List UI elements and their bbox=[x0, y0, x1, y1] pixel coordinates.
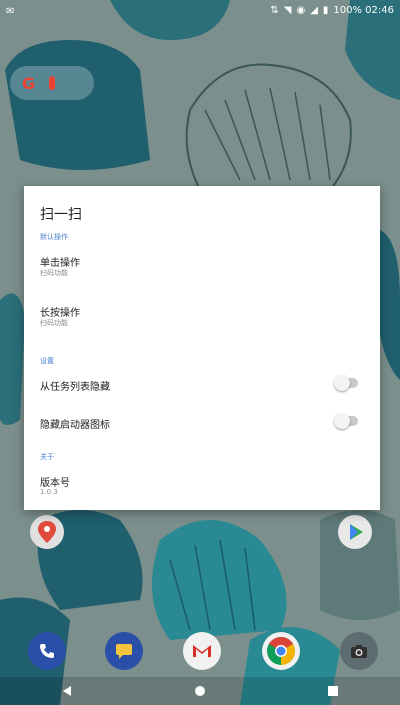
home-glyph bbox=[194, 686, 205, 696]
google-icon: G bbox=[22, 73, 36, 93]
hide-launcher-icon-label: 隐藏启动器图标 bbox=[40, 420, 110, 431]
section-settings: 设置 bbox=[40, 357, 54, 365]
app-dock bbox=[0, 628, 400, 678]
status-text: 100% 02:46 bbox=[333, 5, 394, 16]
maps-glyph bbox=[38, 521, 56, 543]
chrome-glyph bbox=[267, 637, 295, 665]
messages-icon[interactable] bbox=[105, 632, 143, 670]
hide-from-recents-toggle[interactable] bbox=[334, 375, 358, 391]
click-action-value: 扫码功能 bbox=[40, 269, 68, 277]
long-press-action-value: 扫码功能 bbox=[40, 319, 68, 327]
notification-icon: ✉ bbox=[6, 5, 15, 17]
signal-icon: ◢ bbox=[310, 5, 318, 16]
section-default-action: 默认操作 bbox=[40, 233, 68, 241]
toggle-knob bbox=[334, 375, 350, 391]
home-icon[interactable] bbox=[185, 681, 215, 701]
recents-glyph bbox=[328, 686, 339, 696]
hide-launcher-icon-toggle[interactable] bbox=[334, 413, 358, 429]
status-icons: ⇅ ◥ ◉ ◢ ▮ 100% 02:46 bbox=[270, 6, 394, 16]
long-press-action-title[interactable]: 长按操作 bbox=[40, 304, 80, 319]
click-action-title[interactable]: 单击操作 bbox=[40, 254, 80, 269]
mic-icon[interactable] bbox=[49, 76, 56, 90]
version-title[interactable]: 版本号 bbox=[40, 474, 70, 489]
play-glyph bbox=[350, 524, 363, 540]
gmail-icon[interactable] bbox=[183, 632, 221, 670]
back-icon[interactable] bbox=[52, 681, 82, 701]
camera-glyph bbox=[351, 645, 367, 658]
play-store-icon[interactable] bbox=[338, 515, 372, 549]
navigation-bar bbox=[0, 677, 400, 705]
dnd-icon: ◉ bbox=[296, 5, 306, 16]
camera-icon[interactable] bbox=[340, 632, 378, 670]
status-bar: ✉ ⇅ ◥ ◉ ◢ ▮ 100% 02:46 bbox=[0, 0, 400, 22]
version-value: 1.0.3 bbox=[40, 488, 58, 496]
phone-glyph bbox=[40, 644, 54, 658]
scan-settings-dialog: 扫一扫 默认操作 单击操作 扫码功能 长按操作 扫码功能 设置 从任务列表隐藏 … bbox=[24, 186, 380, 510]
gmail-glyph bbox=[193, 645, 211, 657]
messages-glyph bbox=[116, 644, 132, 659]
section-about: 关于 bbox=[40, 453, 54, 461]
recents-icon[interactable] bbox=[318, 681, 348, 701]
maps-icon[interactable] bbox=[30, 515, 64, 549]
phone-icon[interactable] bbox=[28, 632, 66, 670]
battery-icon: ▮ bbox=[322, 5, 329, 16]
toggle-knob bbox=[334, 413, 350, 429]
wifi-icon: ◥ bbox=[283, 5, 292, 16]
back-glyph bbox=[62, 686, 71, 696]
chrome-icon[interactable] bbox=[262, 632, 300, 670]
dialog-title: 扫一扫 bbox=[40, 207, 82, 223]
data-icon: ⇅ bbox=[270, 5, 279, 16]
google-search-widget[interactable]: G bbox=[10, 66, 94, 100]
hide-from-recents-label: 从任务列表隐藏 bbox=[40, 382, 110, 393]
